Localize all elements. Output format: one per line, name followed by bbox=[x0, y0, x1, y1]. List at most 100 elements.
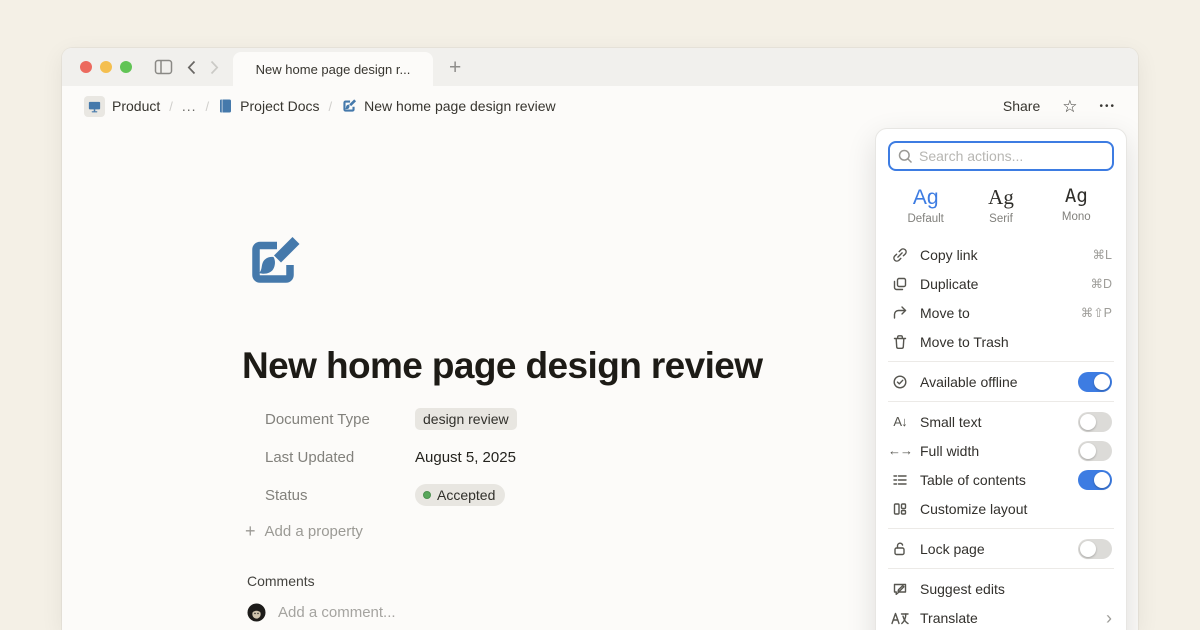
search-icon bbox=[898, 149, 913, 164]
menu-item-move-to[interactable]: Move to ⌘⇧P bbox=[888, 298, 1114, 327]
compose-icon bbox=[341, 98, 357, 114]
menu-item-full-width[interactable]: ←→ Full width bbox=[888, 436, 1114, 465]
lock-page-toggle[interactable] bbox=[1078, 539, 1112, 559]
menu-item-available-offline[interactable]: Available offline bbox=[888, 367, 1114, 396]
toggle-knob bbox=[1080, 443, 1096, 459]
font-picker: Ag Default Ag Serif Ag Mono bbox=[888, 185, 1114, 225]
suggest-edits-icon bbox=[890, 581, 910, 597]
shortcut-hint: ⌘⇧P bbox=[1081, 305, 1112, 320]
font-sample: Ag bbox=[888, 185, 963, 210]
page-actions-menu: Ag Default Ag Serif Ag Mono Copy link ⌘L bbox=[875, 128, 1127, 630]
menu-item-label: Move to bbox=[920, 305, 970, 321]
breadcrumb: Product / ... / Project Docs / New home … bbox=[84, 96, 556, 117]
font-option-default[interactable]: Ag Default bbox=[888, 185, 963, 225]
search-actions-box[interactable] bbox=[888, 141, 1114, 171]
tab-bar: New home page design r... + bbox=[62, 48, 1138, 86]
plus-icon: + bbox=[245, 522, 256, 540]
property-row-document-type[interactable]: Document Type design review bbox=[265, 400, 517, 438]
table-of-contents-icon bbox=[890, 472, 910, 488]
available-offline-toggle[interactable] bbox=[1078, 372, 1112, 392]
font-option-mono[interactable]: Ag Mono bbox=[1039, 185, 1114, 225]
property-value[interactable]: August 5, 2025 bbox=[415, 449, 516, 466]
font-name: Mono bbox=[1039, 211, 1114, 223]
font-option-serif[interactable]: Ag Serif bbox=[963, 185, 1038, 225]
favorite-star-icon[interactable]: ☆ bbox=[1062, 98, 1077, 115]
toolbar: Product / ... / Project Docs / New home … bbox=[62, 86, 1138, 126]
page-title[interactable]: New home page design review bbox=[242, 345, 762, 387]
menu-item-label: Lock page bbox=[920, 541, 985, 557]
menu-item-translate[interactable]: Translate › bbox=[888, 603, 1114, 630]
full-width-icon: ←→ bbox=[890, 443, 910, 458]
font-sample: Ag bbox=[963, 185, 1038, 210]
status-dot-icon bbox=[423, 491, 431, 499]
add-property-label: Add a property bbox=[265, 523, 363, 540]
search-actions-input[interactable] bbox=[919, 148, 1104, 164]
breadcrumb-label: Project Docs bbox=[240, 98, 319, 114]
menu-item-label: Available offline bbox=[920, 374, 1018, 390]
shortcut-hint: ⌘D bbox=[1090, 276, 1112, 291]
more-options-icon[interactable]: ••• bbox=[1099, 101, 1116, 112]
back-button[interactable] bbox=[187, 60, 196, 75]
menu-item-label: Copy link bbox=[920, 247, 978, 263]
menu-item-small-text[interactable]: A↓ Small text bbox=[888, 407, 1114, 436]
avatar bbox=[247, 603, 266, 622]
menu-item-customize-layout[interactable]: Customize layout bbox=[888, 494, 1114, 523]
table-of-contents-toggle[interactable] bbox=[1078, 470, 1112, 490]
menu-item-label: Suggest edits bbox=[920, 581, 1005, 597]
book-icon bbox=[218, 98, 233, 114]
breadcrumb-item-ellipsis[interactable]: ... bbox=[182, 98, 197, 114]
lock-open-icon bbox=[890, 541, 910, 557]
property-label: Document Type bbox=[265, 411, 415, 428]
sidebar-toggle-icon[interactable] bbox=[154, 59, 173, 75]
traffic-lights bbox=[80, 61, 132, 73]
menu-item-label: Move to Trash bbox=[920, 334, 1009, 350]
menu-item-label: Translate bbox=[920, 610, 978, 626]
status-badge[interactable]: Accepted bbox=[415, 484, 505, 506]
menu-item-lock-page[interactable]: Lock page bbox=[888, 534, 1114, 563]
zoom-window-button[interactable] bbox=[120, 61, 132, 73]
move-to-icon bbox=[890, 305, 910, 321]
toggle-knob bbox=[1080, 414, 1096, 430]
menu-item-copy-link[interactable]: Copy link ⌘L bbox=[888, 240, 1114, 269]
duplicate-icon bbox=[890, 276, 910, 292]
breadcrumb-item-product[interactable]: Product bbox=[84, 96, 160, 117]
breadcrumb-label: New home page design review bbox=[364, 98, 555, 114]
divider bbox=[888, 528, 1114, 529]
status-label: Accepted bbox=[437, 487, 495, 503]
toggle-knob bbox=[1080, 541, 1096, 557]
new-tab-button[interactable]: + bbox=[449, 57, 461, 78]
property-row-status[interactable]: Status Accepted bbox=[265, 476, 517, 514]
small-text-toggle[interactable] bbox=[1078, 412, 1112, 432]
divider bbox=[888, 568, 1114, 569]
menu-item-move-to-trash[interactable]: Move to Trash bbox=[888, 327, 1114, 356]
minimize-window-button[interactable] bbox=[100, 61, 112, 73]
paintbrush-square-icon[interactable] bbox=[243, 232, 303, 292]
property-tag[interactable]: design review bbox=[415, 408, 517, 430]
trash-icon bbox=[890, 334, 910, 350]
menu-item-suggest-edits[interactable]: Suggest edits bbox=[888, 574, 1114, 603]
property-row-last-updated[interactable]: Last Updated August 5, 2025 bbox=[265, 438, 517, 476]
share-button[interactable]: Share bbox=[1003, 98, 1040, 114]
breadcrumb-separator: / bbox=[169, 99, 173, 114]
menu-item-label: Customize layout bbox=[920, 501, 1027, 517]
forward-button[interactable] bbox=[210, 60, 219, 75]
menu-item-label: Small text bbox=[920, 414, 981, 430]
breadcrumb-item-current-page[interactable]: New home page design review bbox=[341, 98, 555, 114]
breadcrumb-separator: / bbox=[206, 99, 210, 114]
menu-item-duplicate[interactable]: Duplicate ⌘D bbox=[888, 269, 1114, 298]
property-list: Document Type design review Last Updated… bbox=[265, 400, 517, 514]
close-window-button[interactable] bbox=[80, 61, 92, 73]
comment-input[interactable]: Add a comment... bbox=[278, 604, 396, 621]
monitor-icon bbox=[84, 96, 105, 117]
small-text-icon: A↓ bbox=[890, 414, 910, 429]
browser-tab[interactable]: New home page design r... bbox=[233, 52, 433, 86]
app-window: New home page design r... + Product / ..… bbox=[62, 48, 1138, 630]
add-property-button[interactable]: + Add a property bbox=[245, 522, 363, 540]
comment-input-row[interactable]: Add a comment... bbox=[247, 603, 396, 622]
breadcrumb-item-project-docs[interactable]: Project Docs bbox=[218, 98, 319, 114]
chevron-right-icon: › bbox=[1106, 609, 1112, 627]
toggle-knob bbox=[1094, 374, 1110, 390]
full-width-toggle[interactable] bbox=[1078, 441, 1112, 461]
menu-item-table-of-contents[interactable]: Table of contents bbox=[888, 465, 1114, 494]
property-label: Last Updated bbox=[265, 449, 415, 466]
